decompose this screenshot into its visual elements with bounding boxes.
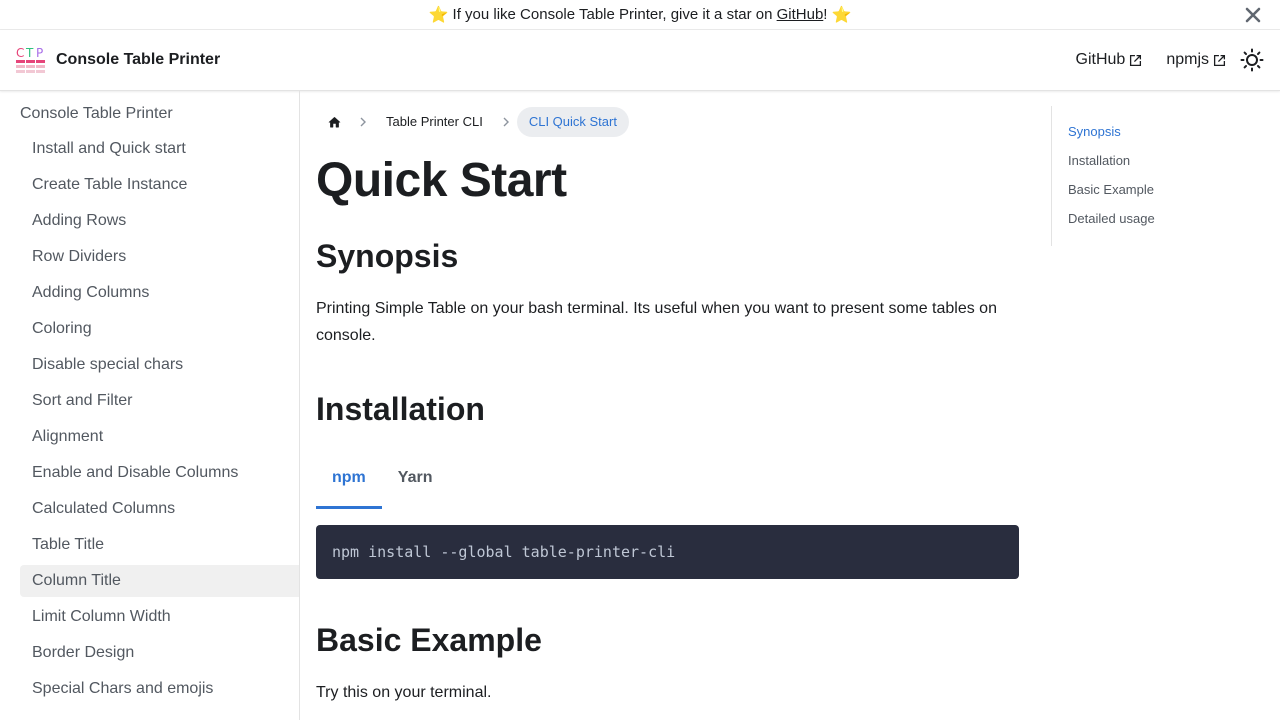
home-icon (328, 116, 340, 127)
external-link-icon (1130, 54, 1142, 66)
logo-icon: C T P (16, 46, 47, 74)
sidebar-item-alignment[interactable]: Alignment (20, 421, 299, 453)
brand-link[interactable]: C T P Console Table Printer (16, 46, 220, 74)
sidebar-item-disable-special-chars[interactable]: Disable special chars (20, 349, 299, 381)
main-content: Table Printer CLI CLI Quick Start Quick … (316, 91, 1020, 720)
sidebar-item-enable-disable-columns[interactable]: Enable and Disable Columns (20, 457, 299, 489)
sidebar-item-coloring[interactable]: Coloring (20, 313, 299, 345)
close-announcement-button[interactable] (1242, 4, 1264, 26)
toc-item-basic-example[interactable]: Basic Example (1068, 180, 1251, 209)
github-link-label: GitHub (1075, 51, 1126, 68)
close-icon (1245, 7, 1261, 23)
sidebar-root-category[interactable]: Console Table Printer (20, 99, 299, 129)
sun-icon (1240, 48, 1264, 72)
sidebar-item-create-table[interactable]: Create Table Instance (20, 169, 299, 201)
announcement-github-link[interactable]: GitHub (777, 6, 824, 23)
sidebar-item-column-title[interactable]: Column Title (20, 565, 299, 597)
breadcrumb-item-current: CLI Quick Start (516, 107, 629, 137)
basic-example-text: Try this on your terminal. (316, 684, 492, 701)
announcement-suffix: ! (823, 6, 828, 23)
code-block[interactable]: npm install --global table-printer-cli (316, 525, 1019, 579)
sidebar-item-adding-rows[interactable]: Adding Rows (20, 205, 299, 237)
sidebar-item-table-title[interactable]: Table Title (20, 529, 299, 561)
star-icon: ⭐ (428, 6, 449, 24)
sidebar-item-limit-column-width[interactable]: Limit Column Width (20, 601, 299, 633)
table-of-contents: Synopsis Installation Basic Example Deta… (1051, 106, 1251, 246)
tab-npm[interactable]: npm (316, 453, 382, 509)
github-link[interactable]: GitHub (1076, 51, 1143, 69)
toc-item-installation[interactable]: Installation (1068, 151, 1251, 180)
breadcrumb: Table Printer CLI CLI Quick Start (316, 107, 629, 137)
navbar: C T P Console Table Printer GitHub npmjs (0, 30, 1280, 91)
code-text: npm install --global table-printer-cli (332, 543, 676, 561)
chevron-right-icon (495, 117, 517, 127)
toc-item-synopsis[interactable]: Synopsis (1068, 122, 1251, 151)
sidebar: Console Table Printer Install and Quick … (0, 91, 300, 720)
navbar-right: GitHub npmjs (1052, 48, 1264, 72)
announcement-bar: ⭐ If you like Console Table Printer, giv… (0, 0, 1280, 30)
installation-heading: Installation (316, 391, 485, 427)
npmjs-link-label: npmjs (1166, 51, 1209, 68)
sidebar-item-special-chars[interactable]: Special Chars and emojis (20, 673, 299, 705)
sidebar-item-border-design[interactable]: Border Design (20, 637, 299, 669)
external-link-icon (1213, 54, 1226, 66)
breadcrumb-item-table-printer-cli[interactable]: Table Printer CLI (374, 107, 495, 137)
sidebar-item-row-dividers[interactable]: Row Dividers (20, 241, 299, 273)
sidebar-item-calculated-columns[interactable]: Calculated Columns (20, 493, 299, 525)
svg-text:T: T (25, 46, 34, 60)
tab-yarn[interactable]: Yarn (382, 453, 449, 509)
announcement-text: If you like Console Table Printer, give … (452, 6, 773, 23)
svg-text:P: P (36, 46, 43, 60)
svg-text:C: C (16, 46, 24, 60)
basic-example-heading: Basic Example (316, 622, 542, 658)
brand-title: Console Table Printer (56, 51, 221, 68)
sidebar-item-adding-columns[interactable]: Adding Columns (20, 277, 299, 309)
toc-item-detailed-usage[interactable]: Detailed usage (1068, 209, 1251, 238)
star-icon-right: ⭐ (831, 6, 852, 24)
synopsis-text: Printing Simple Table on your bash termi… (316, 300, 997, 344)
install-tabs: npm Yarn (316, 453, 1020, 509)
synopsis-heading: Synopsis (316, 238, 459, 274)
page-title: Quick Start (316, 154, 567, 207)
breadcrumb-home-link[interactable] (316, 107, 352, 137)
theme-toggle-button[interactable] (1240, 48, 1264, 72)
chevron-right-icon (352, 117, 374, 127)
sidebar-item-sort-filter[interactable]: Sort and Filter (20, 385, 299, 417)
npmjs-link[interactable]: npmjs (1166, 51, 1226, 69)
sidebar-item-install[interactable]: Install and Quick start (20, 133, 299, 165)
